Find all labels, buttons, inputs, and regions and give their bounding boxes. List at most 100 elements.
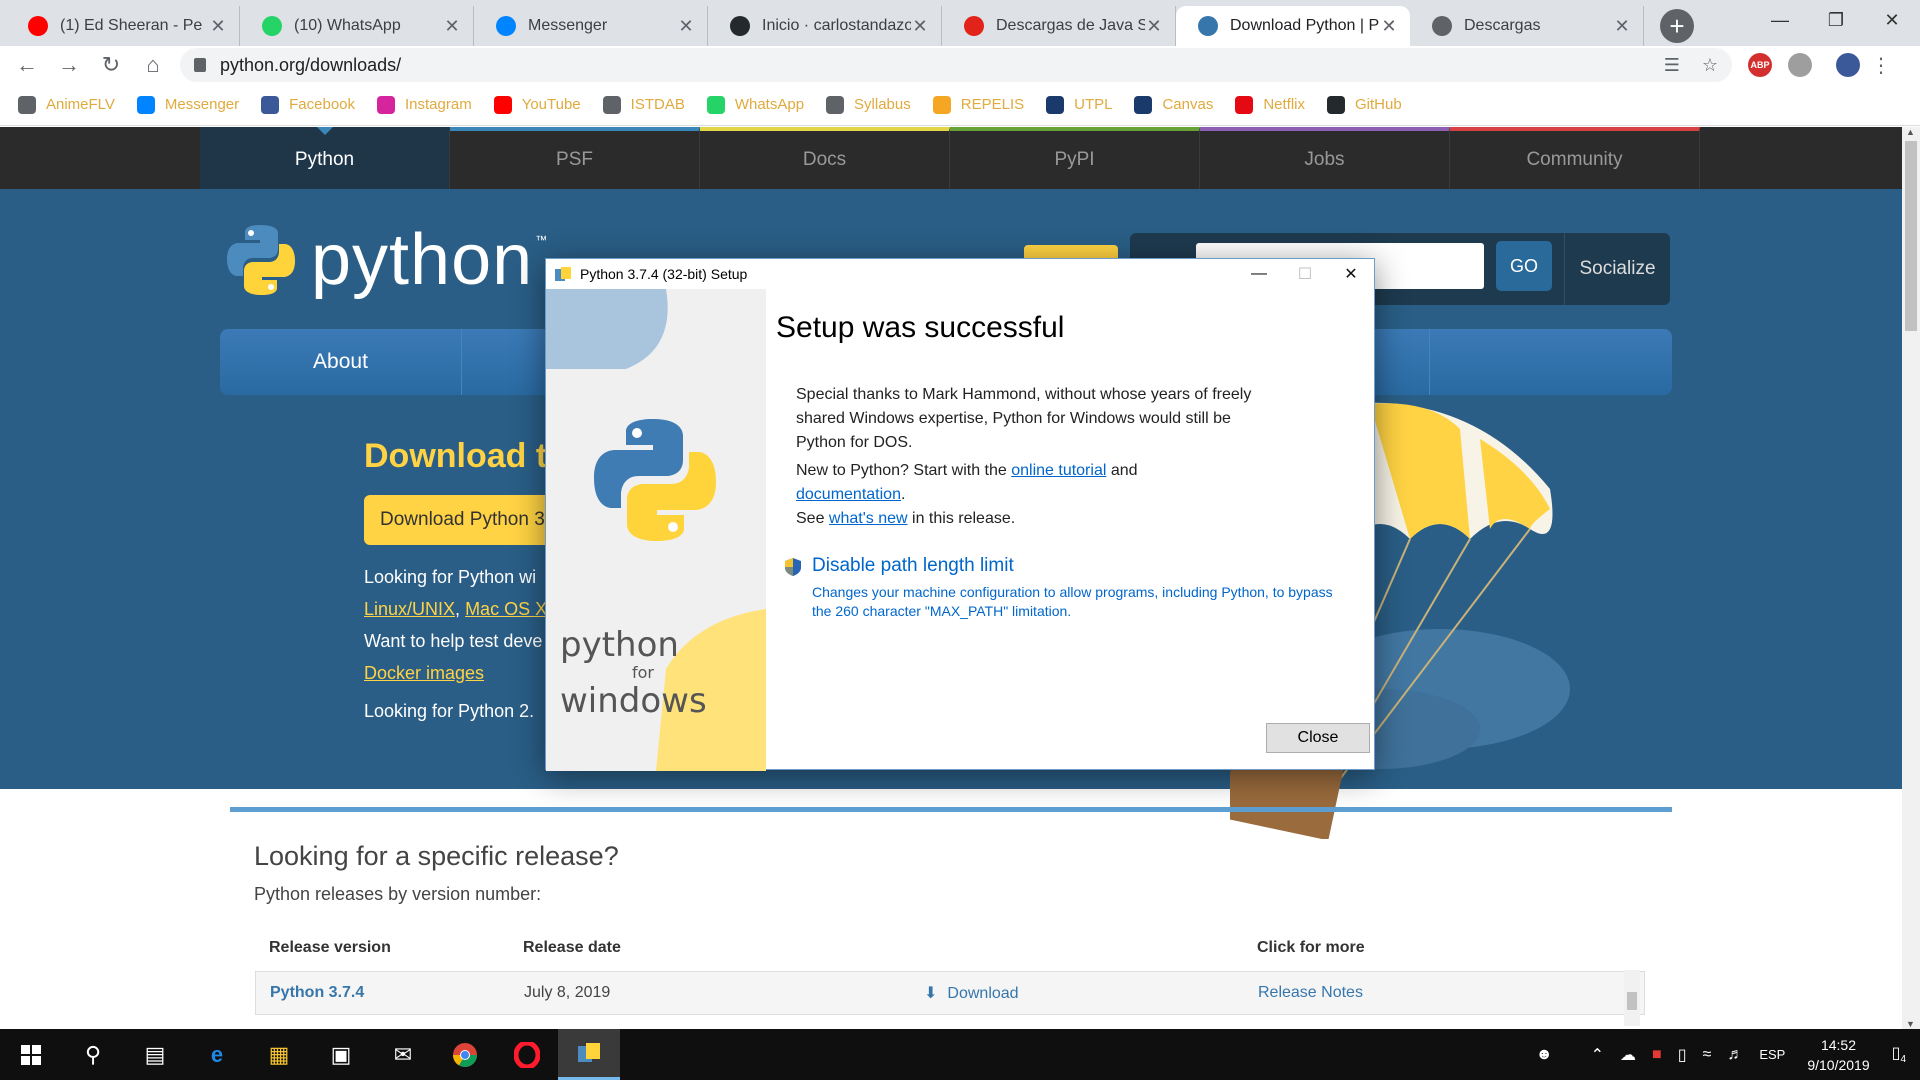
language-indicator[interactable]: ESP (1759, 1047, 1785, 1062)
bookmark-item[interactable]: Facebook (261, 95, 355, 114)
browser-tab[interactable]: Download Python | P ✕ (1176, 6, 1410, 46)
action-center-icon[interactable]: ▯4 (1892, 1043, 1906, 1065)
disable-path-limit-option[interactable]: Disable path length limit (784, 555, 1014, 577)
browser-tab[interactable]: Descargas de Java SE ✕ (942, 6, 1176, 46)
top-nav-item[interactable]: Docs (700, 127, 950, 189)
scroll-down-icon[interactable]: ▼ (1906, 1019, 1915, 1029)
bookmark-item[interactable]: YouTube (493, 95, 581, 114)
new-tab-button[interactable]: + (1660, 9, 1694, 43)
windows-start-icon[interactable] (0, 1029, 62, 1080)
bookmark-item[interactable]: AnimeFLV (18, 95, 115, 114)
bookmark-item[interactable]: REPELIS (932, 95, 1024, 114)
bookmark-item[interactable]: WhatsApp (706, 95, 805, 114)
page-scrollbar[interactable]: ▲ ▼ (1902, 127, 1920, 1029)
download-link[interactable]: ⬇ Download (924, 983, 1258, 1003)
download-python-button[interactable]: Download Python 3 (364, 495, 564, 545)
edge-icon[interactable]: e (186, 1029, 248, 1080)
extension-icon[interactable] (1788, 53, 1812, 77)
tab-close-icon[interactable]: ✕ (677, 16, 695, 37)
top-nav-item[interactable]: PyPI (950, 127, 1200, 189)
linux-unix-link[interactable]: Linux/UNIX (364, 599, 455, 619)
specific-release-heading: Looking for a specific release? (254, 841, 619, 871)
dialog-titlebar: Python 3.7.4 (32-bit) Setup — ☐ ✕ (546, 259, 1374, 289)
bookmark-favicon-icon (706, 95, 725, 114)
top-nav-item[interactable]: Python (200, 127, 450, 189)
file-explorer-icon[interactable]: ▦ (248, 1029, 310, 1080)
profile-avatar[interactable] (1836, 53, 1860, 77)
task-view-icon[interactable]: ▤ (124, 1029, 186, 1080)
mail-icon[interactable]: ✉ (372, 1029, 434, 1080)
socialize-button[interactable]: Socialize (1564, 233, 1670, 305)
opera-icon[interactable] (496, 1029, 558, 1080)
bookmark-item[interactable]: Messenger (136, 95, 239, 114)
online-tutorial-link[interactable]: online tutorial (1011, 462, 1106, 479)
browser-tab[interactable]: Messenger ✕ (474, 6, 708, 46)
people-icon[interactable]: ☻ (1536, 1046, 1553, 1064)
table-scrollbar[interactable] (1624, 970, 1640, 1026)
python-setup-taskbar-icon[interactable] (558, 1029, 620, 1080)
bookmark-item[interactable]: Netflix (1235, 95, 1305, 114)
bookmark-item[interactable]: Syllabus (826, 95, 911, 114)
browser-tab[interactable]: Inicio · carlostandazo7 ✕ (708, 6, 942, 46)
nav-empty-4[interactable] (1430, 329, 1672, 395)
forward-icon[interactable]: → (48, 52, 90, 78)
wifi-icon[interactable]: ≈ (1703, 1046, 1712, 1064)
acrobat-icon[interactable]: ■ (1652, 1046, 1662, 1064)
scroll-up-icon[interactable]: ▲ (1906, 127, 1915, 137)
minimize-icon[interactable]: — (1752, 0, 1808, 40)
tab-close-icon[interactable]: ✕ (1380, 16, 1398, 37)
top-nav-item[interactable]: Jobs (1200, 127, 1450, 189)
close-window-icon[interactable]: ✕ (1864, 0, 1920, 40)
python-logo[interactable]: python ™ (225, 219, 547, 301)
clock[interactable]: 14:52 9/10/2019 (1807, 1035, 1869, 1075)
top-nav-item[interactable]: Community (1450, 127, 1700, 189)
scrollbar-thumb[interactable] (1905, 141, 1917, 331)
adblock-plus-icon[interactable]: ABP (1748, 53, 1772, 77)
bookmark-label: WhatsApp (734, 96, 805, 113)
reload-icon[interactable]: ↻ (90, 52, 132, 78)
search-icon[interactable]: ⚲ (62, 1029, 124, 1080)
python-setup-dialog: Python 3.7.4 (32-bit) Setup — ☐ ✕ python… (545, 258, 1375, 771)
translate-icon[interactable]: ☰ (1664, 55, 1680, 76)
onedrive-icon[interactable]: ☁ (1620, 1045, 1636, 1065)
docker-images-link[interactable]: Docker images (364, 663, 484, 683)
search-go-button[interactable]: GO (1496, 241, 1552, 291)
browser-tab[interactable]: Descargas ✕ (1410, 6, 1644, 46)
documentation-link[interactable]: documentation (796, 486, 901, 503)
browser-tab[interactable]: (1) Ed Sheeran - Pe ✕ (6, 6, 240, 46)
bookmark-item[interactable]: GitHub (1327, 95, 1402, 114)
dialog-minimize-icon[interactable]: — (1236, 259, 1282, 289)
address-bar[interactable]: python.org/downloads/ ☰ ☆ (180, 48, 1732, 82)
tab-close-icon[interactable]: ✕ (209, 16, 227, 37)
home-icon[interactable]: ⌂ (132, 52, 174, 78)
bookmark-item[interactable]: UTPL (1046, 95, 1112, 114)
back-icon[interactable]: ← (6, 52, 48, 78)
release-notes-link[interactable]: Release Notes (1258, 984, 1644, 1002)
tab-close-icon[interactable]: ✕ (443, 16, 461, 37)
top-nav-item[interactable]: PSF (450, 127, 700, 189)
chrome-icon[interactable] (434, 1029, 496, 1080)
system-tray: ☻ ⌃ ☁ ■ ▯ ≈ ♬ ESP 14:52 9/10/2019 ▯4 (1528, 1029, 1920, 1080)
bookmark-item[interactable]: Instagram (377, 95, 472, 114)
whats-new-link[interactable]: what's new (829, 510, 908, 527)
restore-icon[interactable]: ❐ (1808, 0, 1864, 40)
bookmark-favicon-icon (136, 95, 155, 114)
battery-icon[interactable]: ▯ (1678, 1045, 1687, 1065)
tab-close-icon[interactable]: ✕ (1145, 16, 1163, 37)
menu-kebab-icon[interactable]: ⋮ (1860, 53, 1902, 78)
mac-os-x-link[interactable]: Mac OS X, (465, 599, 552, 619)
close-button[interactable]: Close (1266, 723, 1370, 753)
dialog-close-icon[interactable]: ✕ (1328, 259, 1374, 289)
nav-about[interactable]: About (220, 329, 462, 395)
store-icon[interactable]: ▣ (310, 1029, 372, 1080)
volume-icon[interactable]: ♬ (1727, 1046, 1743, 1064)
tab-close-icon[interactable]: ✕ (911, 16, 929, 37)
release-version-link[interactable]: Python 3.7.4 (256, 984, 524, 1002)
browser-tab[interactable]: (10) WhatsApp ✕ (240, 6, 474, 46)
show-hidden-icons-icon[interactable]: ⌃ (1591, 1045, 1604, 1065)
disable-path-limit-label[interactable]: Disable path length limit (812, 555, 1014, 577)
bookmark-item[interactable]: ISTDAB (602, 95, 685, 114)
bookmark-item[interactable]: Canvas (1134, 95, 1213, 114)
tab-close-icon[interactable]: ✕ (1613, 16, 1631, 37)
bookmark-star-icon[interactable]: ☆ (1702, 55, 1718, 76)
